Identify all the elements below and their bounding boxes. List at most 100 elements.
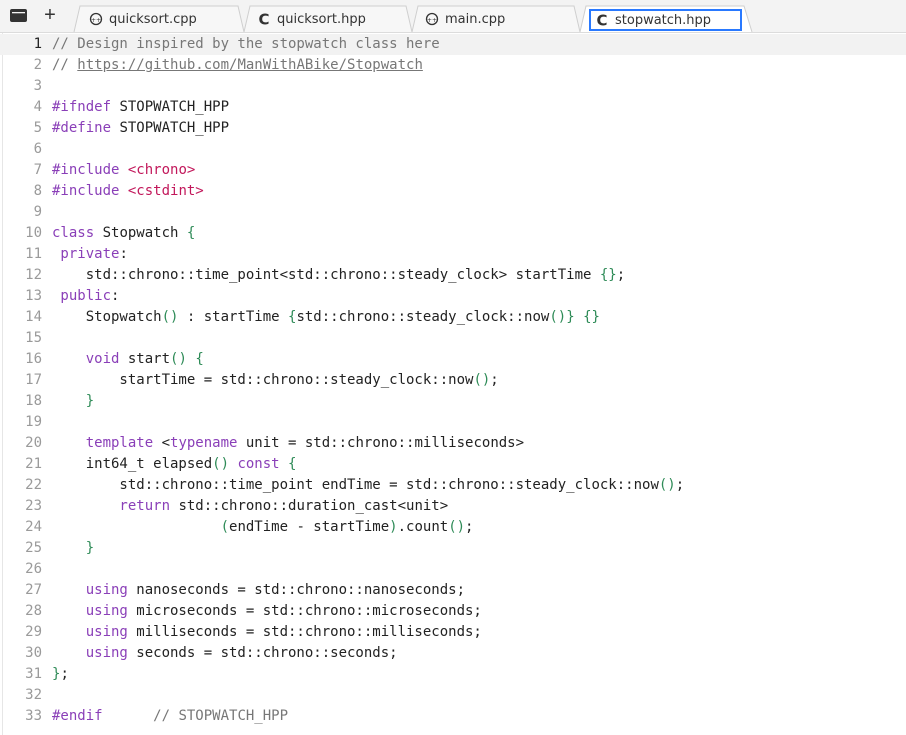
line-number: 9: [33, 204, 42, 220]
code-line[interactable]: 16 void start() {: [0, 349, 906, 370]
code-token: public: [52, 288, 112, 304]
code-token: <: [153, 435, 171, 451]
code-token: STOPWATCH_HPP: [111, 99, 230, 115]
code-line[interactable]: 21 int64_t elapsed() const {: [0, 454, 906, 475]
code-text: };: [52, 664, 69, 685]
code-line[interactable]: 6: [0, 139, 906, 160]
line-number: 25: [25, 540, 42, 556]
code-token: (): [473, 372, 491, 388]
code-token: //: [52, 57, 78, 73]
code-line[interactable]: 4 #ifndef STOPWATCH_HPP: [0, 97, 906, 118]
code-token[interactable]: https://github.com/ManWithABike/Stopwatc…: [77, 57, 423, 73]
tab-main-cpp[interactable]: ++ main.cpp: [424, 8, 505, 30]
code-token: }: [566, 309, 575, 325]
code-line[interactable]: 28 using microseconds = std::chrono::mic…: [0, 601, 906, 622]
code-token: #include: [52, 183, 120, 199]
code-text: // https://github.com/ManWithABike/Stopw…: [52, 55, 423, 76]
svg-text:++: ++: [91, 17, 101, 24]
code-text: int64_t elapsed() const {: [52, 454, 297, 475]
code-text: std::chrono::time_point<std::chrono::ste…: [52, 265, 625, 286]
code-line[interactable]: 10 class Stopwatch {: [0, 223, 906, 244]
line-number: 24: [25, 519, 42, 535]
code-line[interactable]: 18 }: [0, 391, 906, 412]
code-token: {}: [583, 309, 600, 325]
line-number: 14: [25, 309, 42, 325]
code-token: const: [237, 456, 280, 472]
code-line[interactable]: 15: [0, 328, 906, 349]
code-token: class: [52, 225, 95, 241]
code-token: using: [52, 645, 128, 661]
code-line[interactable]: 31};: [0, 664, 906, 685]
code-line[interactable]: 1 // Design inspired by the stopwatch cla…: [0, 34, 906, 55]
code-token: (): [170, 351, 187, 367]
code-line[interactable]: 24 (endTime - startTime).count();: [0, 517, 906, 538]
line-number: 8: [33, 183, 42, 199]
code-token: Stopwatch: [94, 225, 187, 241]
code-token: ;: [675, 477, 685, 493]
tab-quicksort-hpp[interactable]: C quicksort.hpp: [256, 8, 365, 30]
c-header-file-icon: C: [594, 12, 610, 28]
line-number: 4: [33, 99, 42, 115]
code-line[interactable]: 12 std::chrono::time_point<std::chrono::…: [0, 265, 906, 286]
code-line[interactable]: 19: [0, 412, 906, 433]
code-token: #endif: [52, 708, 103, 724]
code-token: using: [52, 582, 128, 598]
code-text: using microseconds = std::chrono::micros…: [52, 601, 482, 622]
code-token: seconds = std::chrono::seconds;: [127, 645, 398, 661]
tab-bar: + ++ quicksort.cpp C quicksort.hpp ++ ma…: [0, 0, 906, 33]
code-line[interactable]: 30 using seconds = std::chrono::seconds;: [0, 643, 906, 664]
code-line[interactable]: 23 return std::chrono::duration_cast<uni…: [0, 496, 906, 517]
code-editor[interactable]: 1 // Design inspired by the stopwatch cla…: [0, 33, 906, 735]
code-token: ;: [465, 519, 474, 535]
tab-label: main.cpp: [445, 11, 506, 27]
code-line[interactable]: 14 Stopwatch() : startTime {std::chrono:…: [0, 307, 906, 328]
code-token: microseconds = std::chrono::microseconds…: [127, 603, 482, 619]
code-text: #include <chrono>: [52, 160, 195, 181]
code-line[interactable]: 9: [0, 202, 906, 223]
code-text: startTime = std::chrono::steady_clock::n…: [52, 370, 498, 391]
code-token: ;: [60, 666, 69, 682]
code-text: #include <cstdint>: [52, 181, 204, 202]
line-number: 13: [25, 288, 42, 304]
code-line[interactable]: 29 using milliseconds = std::chrono::mil…: [0, 622, 906, 643]
tab-label: stopwatch.hpp: [615, 12, 712, 28]
code-line[interactable]: 26: [0, 559, 906, 580]
tab-quicksort-cpp[interactable]: ++ quicksort.cpp: [88, 8, 197, 30]
line-number: 31: [25, 666, 42, 682]
code-line[interactable]: 13 public:: [0, 286, 906, 307]
code-token: void: [52, 351, 120, 367]
code-token: typename: [170, 435, 238, 451]
code-text: using nanoseconds = std::chrono::nanosec…: [52, 580, 465, 601]
code-line[interactable]: 3: [0, 76, 906, 97]
line-number: 11: [25, 246, 42, 262]
code-line[interactable]: 22 std::chrono::time_point endTime = std…: [0, 475, 906, 496]
line-number: 12: [25, 267, 42, 283]
code-line[interactable]: 25 }: [0, 538, 906, 559]
line-number: 2: [33, 57, 42, 73]
code-text: private:: [52, 244, 128, 265]
code-line[interactable]: 20 template <typename unit = std::chrono…: [0, 433, 906, 454]
code-token: template: [52, 435, 154, 451]
code-line[interactable]: 5 #define STOPWATCH_HPP: [0, 118, 906, 139]
code-token: (: [220, 519, 230, 535]
code-token: nanoseconds = std::chrono::nanoseconds;: [127, 582, 466, 598]
code-token: :: [119, 246, 128, 262]
code-line[interactable]: 17 startTime = std::chrono::steady_clock…: [0, 370, 906, 391]
code-line[interactable]: 2 // https://github.com/ManWithABike/Stop…: [0, 55, 906, 76]
tab-stopwatch-hpp[interactable]: C stopwatch.hpp: [589, 9, 742, 31]
code-text: }: [52, 391, 94, 412]
code-line[interactable]: 8 #include <cstdint>: [0, 181, 906, 202]
line-number: 27: [25, 582, 42, 598]
line-number: 10: [25, 225, 42, 241]
code-line[interactable]: 33 #endif // STOPWATCH_HPP: [0, 706, 906, 727]
code-line[interactable]: 27 using nanoseconds = std::chrono::nano…: [0, 580, 906, 601]
code-token: milliseconds = std::chrono::milliseconds…: [127, 624, 482, 640]
svg-text:C: C: [596, 13, 607, 27]
code-token: (): [658, 477, 676, 493]
code-line[interactable]: 32: [0, 685, 906, 706]
code-token: ): [389, 519, 398, 535]
code-line[interactable]: 11 private:: [0, 244, 906, 265]
code-line[interactable]: 7 #include <chrono>: [0, 160, 906, 181]
